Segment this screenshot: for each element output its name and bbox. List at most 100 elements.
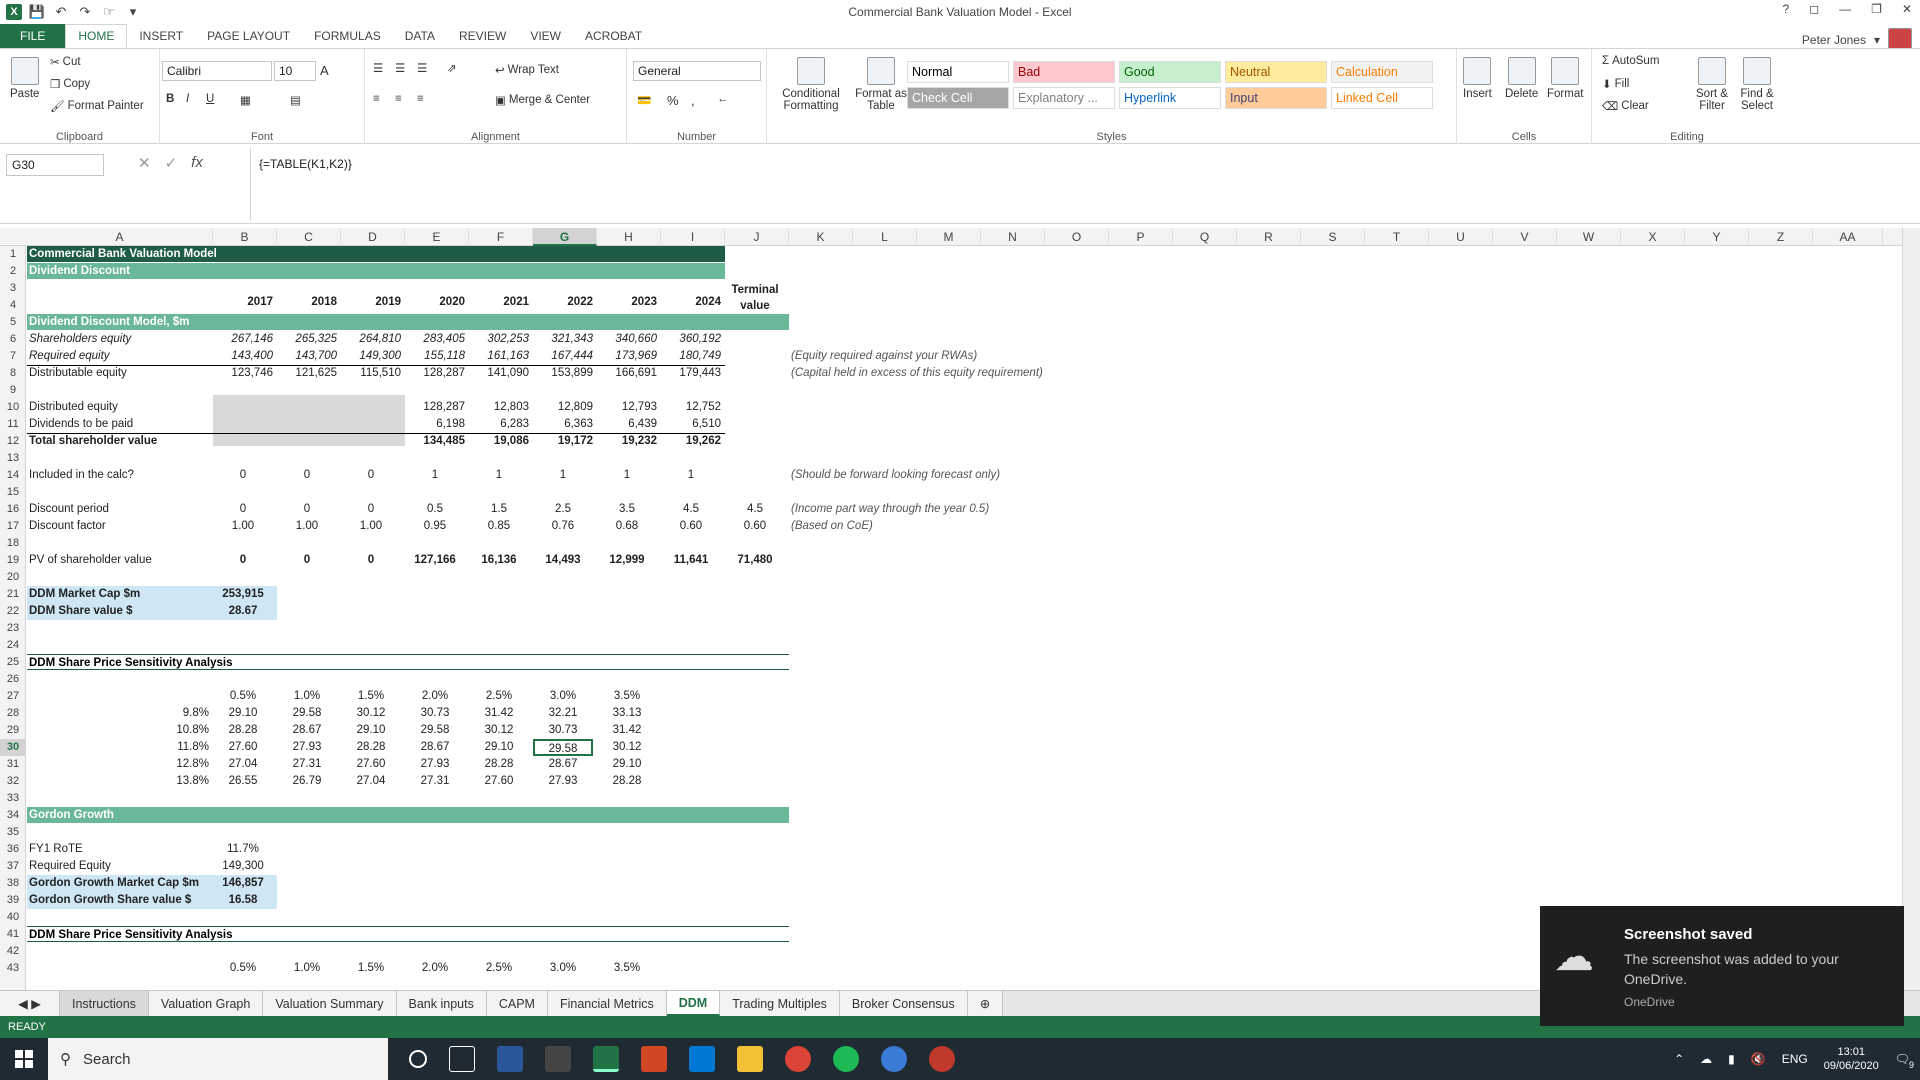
cell[interactable]: 19,086: [469, 433, 529, 450]
row-label[interactable]: Discount period: [29, 501, 209, 518]
cell[interactable]: 30.73: [533, 722, 593, 739]
row-header-6[interactable]: 6: [0, 331, 26, 348]
format-cells-button[interactable]: Format: [1547, 57, 1583, 100]
cell[interactable]: 30.12: [469, 722, 529, 739]
row-label[interactable]: Discount factor: [29, 518, 209, 535]
row-header-3[interactable]: 3: [0, 280, 26, 297]
font-size-select[interactable]: 10: [274, 61, 316, 81]
cell[interactable]: 2.5%: [469, 688, 529, 705]
cell[interactable]: 29.58: [277, 705, 337, 722]
cell[interactable]: 3.0%: [533, 960, 593, 977]
cell[interactable]: 173,969: [597, 348, 657, 365]
cell[interactable]: 167,444: [533, 348, 593, 365]
column-header-h[interactable]: H: [597, 228, 661, 246]
cell[interactable]: 1.0%: [277, 960, 337, 977]
column-header-x[interactable]: X: [1621, 228, 1685, 246]
restore-icon[interactable]: ❐: [1871, 2, 1882, 16]
row-header-42[interactable]: 42: [0, 943, 26, 960]
align-right-icon[interactable]: ≡: [417, 93, 424, 105]
year-header[interactable]: 2021: [469, 294, 529, 311]
cell[interactable]: 1.00: [213, 518, 273, 535]
cell[interactable]: 14,493: [533, 552, 593, 569]
borders-icon[interactable]: ▦: [240, 93, 251, 107]
year-header[interactable]: 2024: [661, 294, 721, 311]
taskbar-search[interactable]: ⚲ Search: [48, 1038, 388, 1080]
column-header-l[interactable]: L: [853, 228, 917, 246]
row-header-8[interactable]: 8: [0, 365, 26, 382]
cell[interactable]: 2.0%: [405, 960, 465, 977]
cell[interactable]: 29.10: [341, 722, 401, 739]
sort-filter-button[interactable]: Sort & Filter: [1692, 57, 1732, 112]
column-header-g[interactable]: G: [533, 228, 597, 246]
cell[interactable]: 2.5: [533, 501, 593, 518]
cell[interactable]: 0: [213, 501, 273, 518]
cell[interactable]: 28.67: [533, 756, 593, 773]
column-header-w[interactable]: W: [1557, 228, 1621, 246]
row-label[interactable]: Gordon Growth Market Cap $m: [29, 875, 209, 892]
cell[interactable]: 121,625: [277, 365, 337, 382]
cell[interactable]: 1: [661, 467, 721, 484]
cell[interactable]: 32.21: [533, 705, 593, 722]
cell[interactable]: 19,262: [661, 433, 721, 450]
cell[interactable]: 143,700: [277, 348, 337, 365]
notification-toast[interactable]: ☁ Screenshot saved The screenshot was ad…: [1540, 906, 1904, 1026]
number-format-select[interactable]: General: [633, 61, 761, 81]
redo-icon[interactable]: ↷: [76, 4, 94, 20]
cell[interactable]: 143,400: [213, 348, 273, 365]
formula-input[interactable]: {=TABLE(K1,K2)}: [250, 148, 1892, 220]
cancel-icon[interactable]: ✕: [138, 154, 151, 172]
clear-button[interactable]: ⌫ Clear: [1602, 99, 1649, 113]
cell[interactable]: 12,999: [597, 552, 657, 569]
cell[interactable]: 155,118: [405, 348, 465, 365]
font-name-select[interactable]: Calibri: [162, 61, 272, 81]
cut-button[interactable]: ✂ Cut: [50, 55, 81, 69]
column-header-t[interactable]: T: [1365, 228, 1429, 246]
cell[interactable]: 1: [533, 467, 593, 484]
cell[interactable]: 4.5: [725, 501, 785, 518]
underline-button[interactable]: U: [206, 93, 214, 105]
row-header-29[interactable]: 29: [0, 722, 26, 739]
customize-qat-icon[interactable]: ▾: [124, 4, 142, 20]
cell[interactable]: 29.10: [597, 756, 657, 773]
sensitivity-row-key[interactable]: 9.8%: [29, 705, 209, 722]
cell[interactable]: 0: [277, 467, 337, 484]
ribbon-display-icon[interactable]: ◻: [1809, 2, 1819, 16]
cell[interactable]: 28.67: [405, 739, 465, 756]
column-header-z[interactable]: Z: [1749, 228, 1813, 246]
column-header-aa[interactable]: AA: [1813, 228, 1883, 246]
cell[interactable]: 27.93: [533, 773, 593, 790]
cell[interactable]: 29.10: [213, 705, 273, 722]
row-header-38[interactable]: 38: [0, 875, 26, 892]
sensitivity-row-key[interactable]: 13.8%: [29, 773, 209, 790]
cell[interactable]: 1.5%: [341, 688, 401, 705]
row-header-23[interactable]: 23: [0, 620, 26, 637]
cell[interactable]: 12,803: [469, 399, 529, 416]
cell[interactable]: 29.58: [405, 722, 465, 739]
tab-review[interactable]: REVIEW: [447, 24, 518, 48]
cell[interactable]: 0.68: [597, 518, 657, 535]
cell[interactable]: 340,660: [597, 331, 657, 348]
cell[interactable]: 149,300: [341, 348, 401, 365]
cell[interactable]: 27.60: [213, 739, 273, 756]
column-header-n[interactable]: N: [981, 228, 1045, 246]
cell[interactable]: 27.31: [405, 773, 465, 790]
merge-center-button[interactable]: ▣ Merge & Center: [495, 93, 590, 107]
row-header-12[interactable]: 12: [0, 433, 26, 450]
row-label[interactable]: Required equity: [29, 348, 209, 365]
row-header-25[interactable]: 25: [0, 654, 26, 671]
row-header-15[interactable]: 15: [0, 484, 26, 501]
column-header-k[interactable]: K: [789, 228, 853, 246]
style-calculation[interactable]: Calculation: [1331, 61, 1433, 83]
percent-button[interactable]: %: [667, 93, 679, 108]
spotify-icon[interactable]: [833, 1046, 859, 1072]
row-header-22[interactable]: 22: [0, 603, 26, 620]
row-header-7[interactable]: 7: [0, 348, 26, 365]
row-header-32[interactable]: 32: [0, 773, 26, 790]
row-label[interactable]: Distributable equity: [29, 365, 209, 382]
sheet-tab-bank-inputs[interactable]: Bank inputs: [397, 991, 487, 1016]
style-normal[interactable]: Normal: [907, 61, 1009, 83]
cell[interactable]: 0: [341, 501, 401, 518]
column-header-c[interactable]: C: [277, 228, 341, 246]
minimize-icon[interactable]: —: [1839, 2, 1851, 16]
row-label[interactable]: Gordon Growth Share value $: [29, 892, 209, 909]
